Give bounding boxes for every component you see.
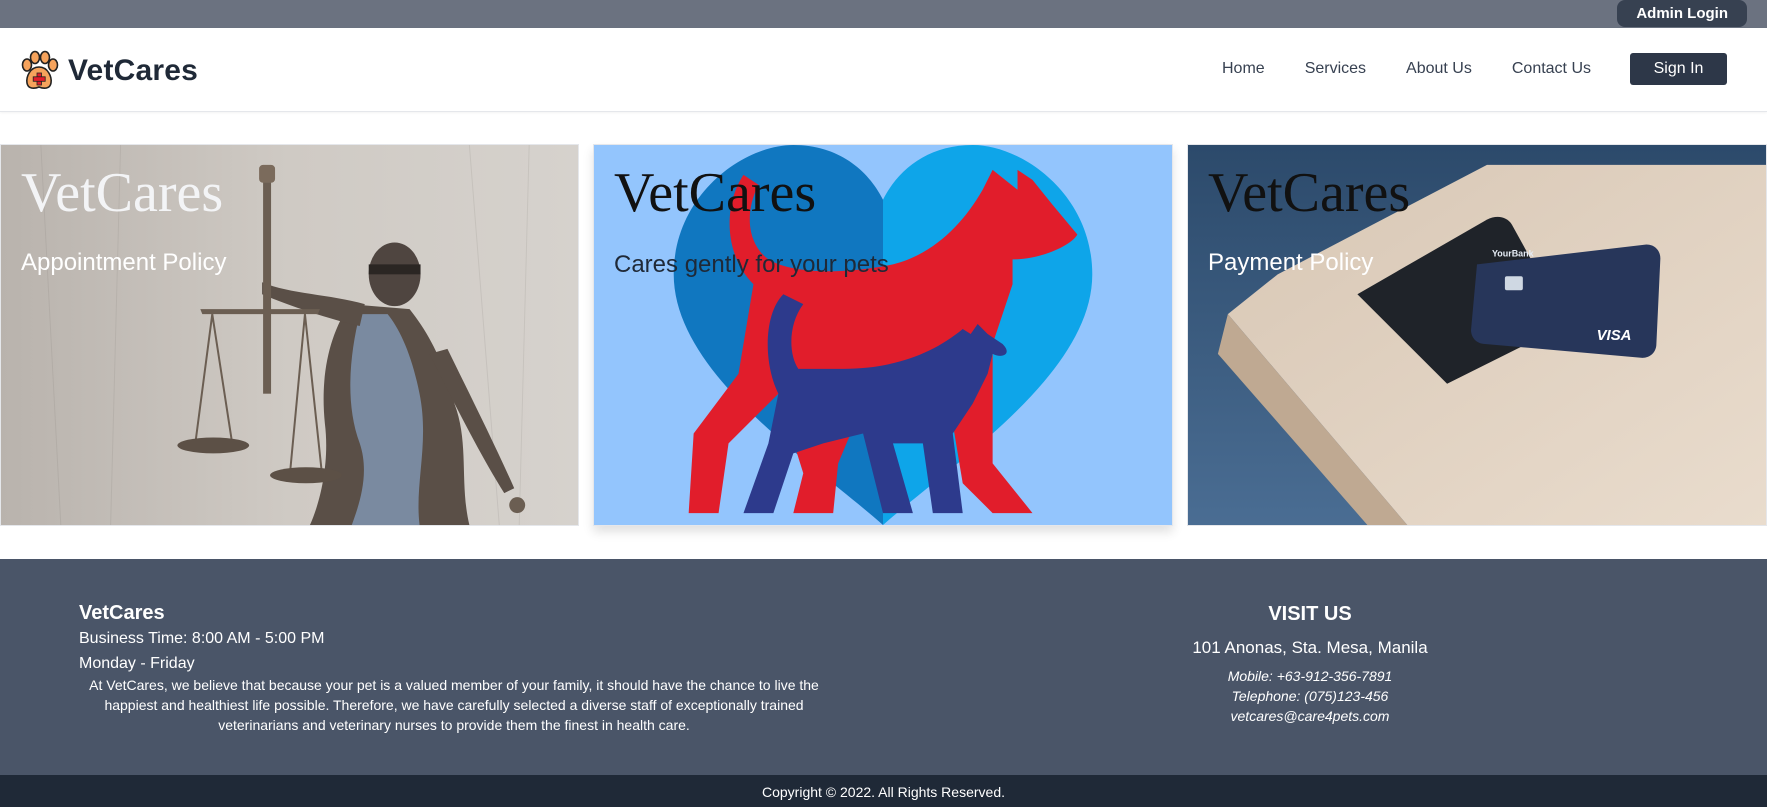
email-address[interactable]: vetcares@care4pets.com: [1150, 706, 1470, 726]
sign-in-button[interactable]: Sign In: [1630, 53, 1727, 85]
contact-info: Mobile: +63-912-356-7891 Telephone: (075…: [1150, 666, 1470, 726]
card-title: VetCares: [21, 162, 224, 224]
card-payment-policy[interactable]: YourBank VISA VetCares Payment Policy: [1187, 144, 1767, 526]
card-cares-gently[interactable]: VetCares Cares gently for your pets: [593, 144, 1173, 526]
visit-us-title: VISIT US: [1268, 603, 1352, 625]
nav-services[interactable]: Services: [1305, 60, 1366, 78]
card-subtitle: Cares gently for your pets: [614, 251, 889, 278]
admin-login-button[interactable]: Admin Login: [1617, 0, 1747, 27]
business-time: Business Time: 8:00 AM - 5:00 PM: [79, 630, 325, 647]
brand[interactable]: VetCares: [18, 50, 198, 92]
card-appointment-policy[interactable]: VetCares Appointment Policy: [0, 144, 579, 526]
footer: VetCares Business Time: 8:00 AM - 5:00 P…: [0, 559, 1767, 775]
card-subtitle: Payment Policy: [1208, 249, 1374, 276]
card-title: VetCares: [614, 162, 817, 224]
mobile-number: Mobile: +63-912-356-7891: [1227, 668, 1393, 684]
about-text: At VetCares, we believe that because you…: [89, 677, 819, 733]
main-navbar: VetCares Home Services About Us Contact …: [0, 28, 1767, 112]
business-days: Monday - Friday: [79, 655, 195, 672]
nav-about-us[interactable]: About Us: [1406, 60, 1472, 78]
footer-brand: VetCares: [79, 602, 165, 624]
visit-us-block: VISIT US 101 Anonas, Sta. Mesa, Manila M…: [1150, 603, 1470, 726]
bank-name-label: YourBank: [1492, 248, 1534, 258]
visa-logo-label: VISA: [1597, 327, 1632, 344]
copyright-bar: Copyright © 2022. All Rights Reserved.: [0, 775, 1767, 807]
nav-links: Home Services About Us Contact Us Sign I…: [1222, 53, 1727, 85]
paw-logo-icon: [21, 50, 59, 89]
nav-home[interactable]: Home: [1222, 60, 1265, 78]
copyright-text: Copyright © 2022. All Rights Reserved.: [762, 784, 1005, 800]
card-title: VetCares: [1208, 162, 1411, 224]
top-admin-bar: Admin Login: [0, 0, 1767, 28]
brand-name: VetCares: [68, 54, 199, 87]
telephone-number: Telephone: (075)123-456: [1231, 688, 1389, 704]
address: 101 Anonas, Sta. Mesa, Manila: [1192, 638, 1428, 657]
nav-contact-us[interactable]: Contact Us: [1512, 60, 1591, 78]
card-subtitle: Appointment Policy: [21, 249, 227, 276]
